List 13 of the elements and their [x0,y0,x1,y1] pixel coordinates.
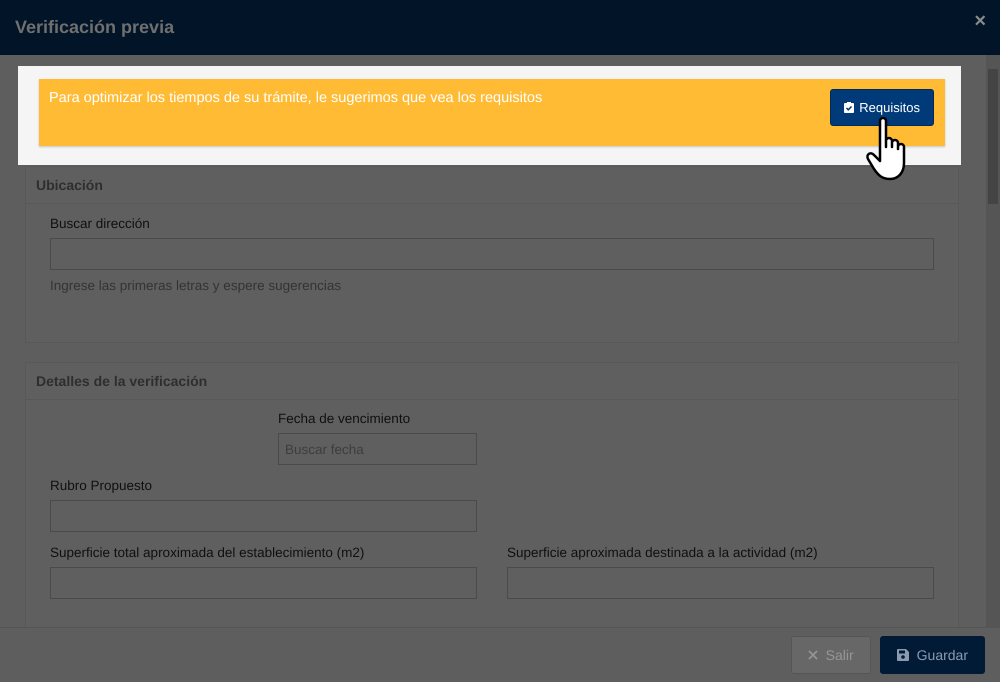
field-label: Buscar dirección [50,216,151,231]
close-button[interactable]: × [974,10,986,33]
close-icon [808,650,818,660]
alert-message: Para optimizar los tiempos de su trámite, le sugerimos que vea los requisitos [49,90,542,106]
field-label: Superficie aproximada destinada a la actividad (m2) [507,545,819,560]
field-label: Rubro Propuesto [50,478,154,493]
scrollbar[interactable] [986,55,1000,627]
field-label: Fecha de vencimiento [278,411,412,426]
clipboard-check-icon [844,102,854,113]
save-button[interactable]: Guardar [880,636,985,674]
window-title: Verificación previa [15,17,174,38]
field-label: Superficie total aproximada del establecimiento (m2) [50,545,366,560]
requisitos-button[interactable]: Requisitos [830,89,934,126]
